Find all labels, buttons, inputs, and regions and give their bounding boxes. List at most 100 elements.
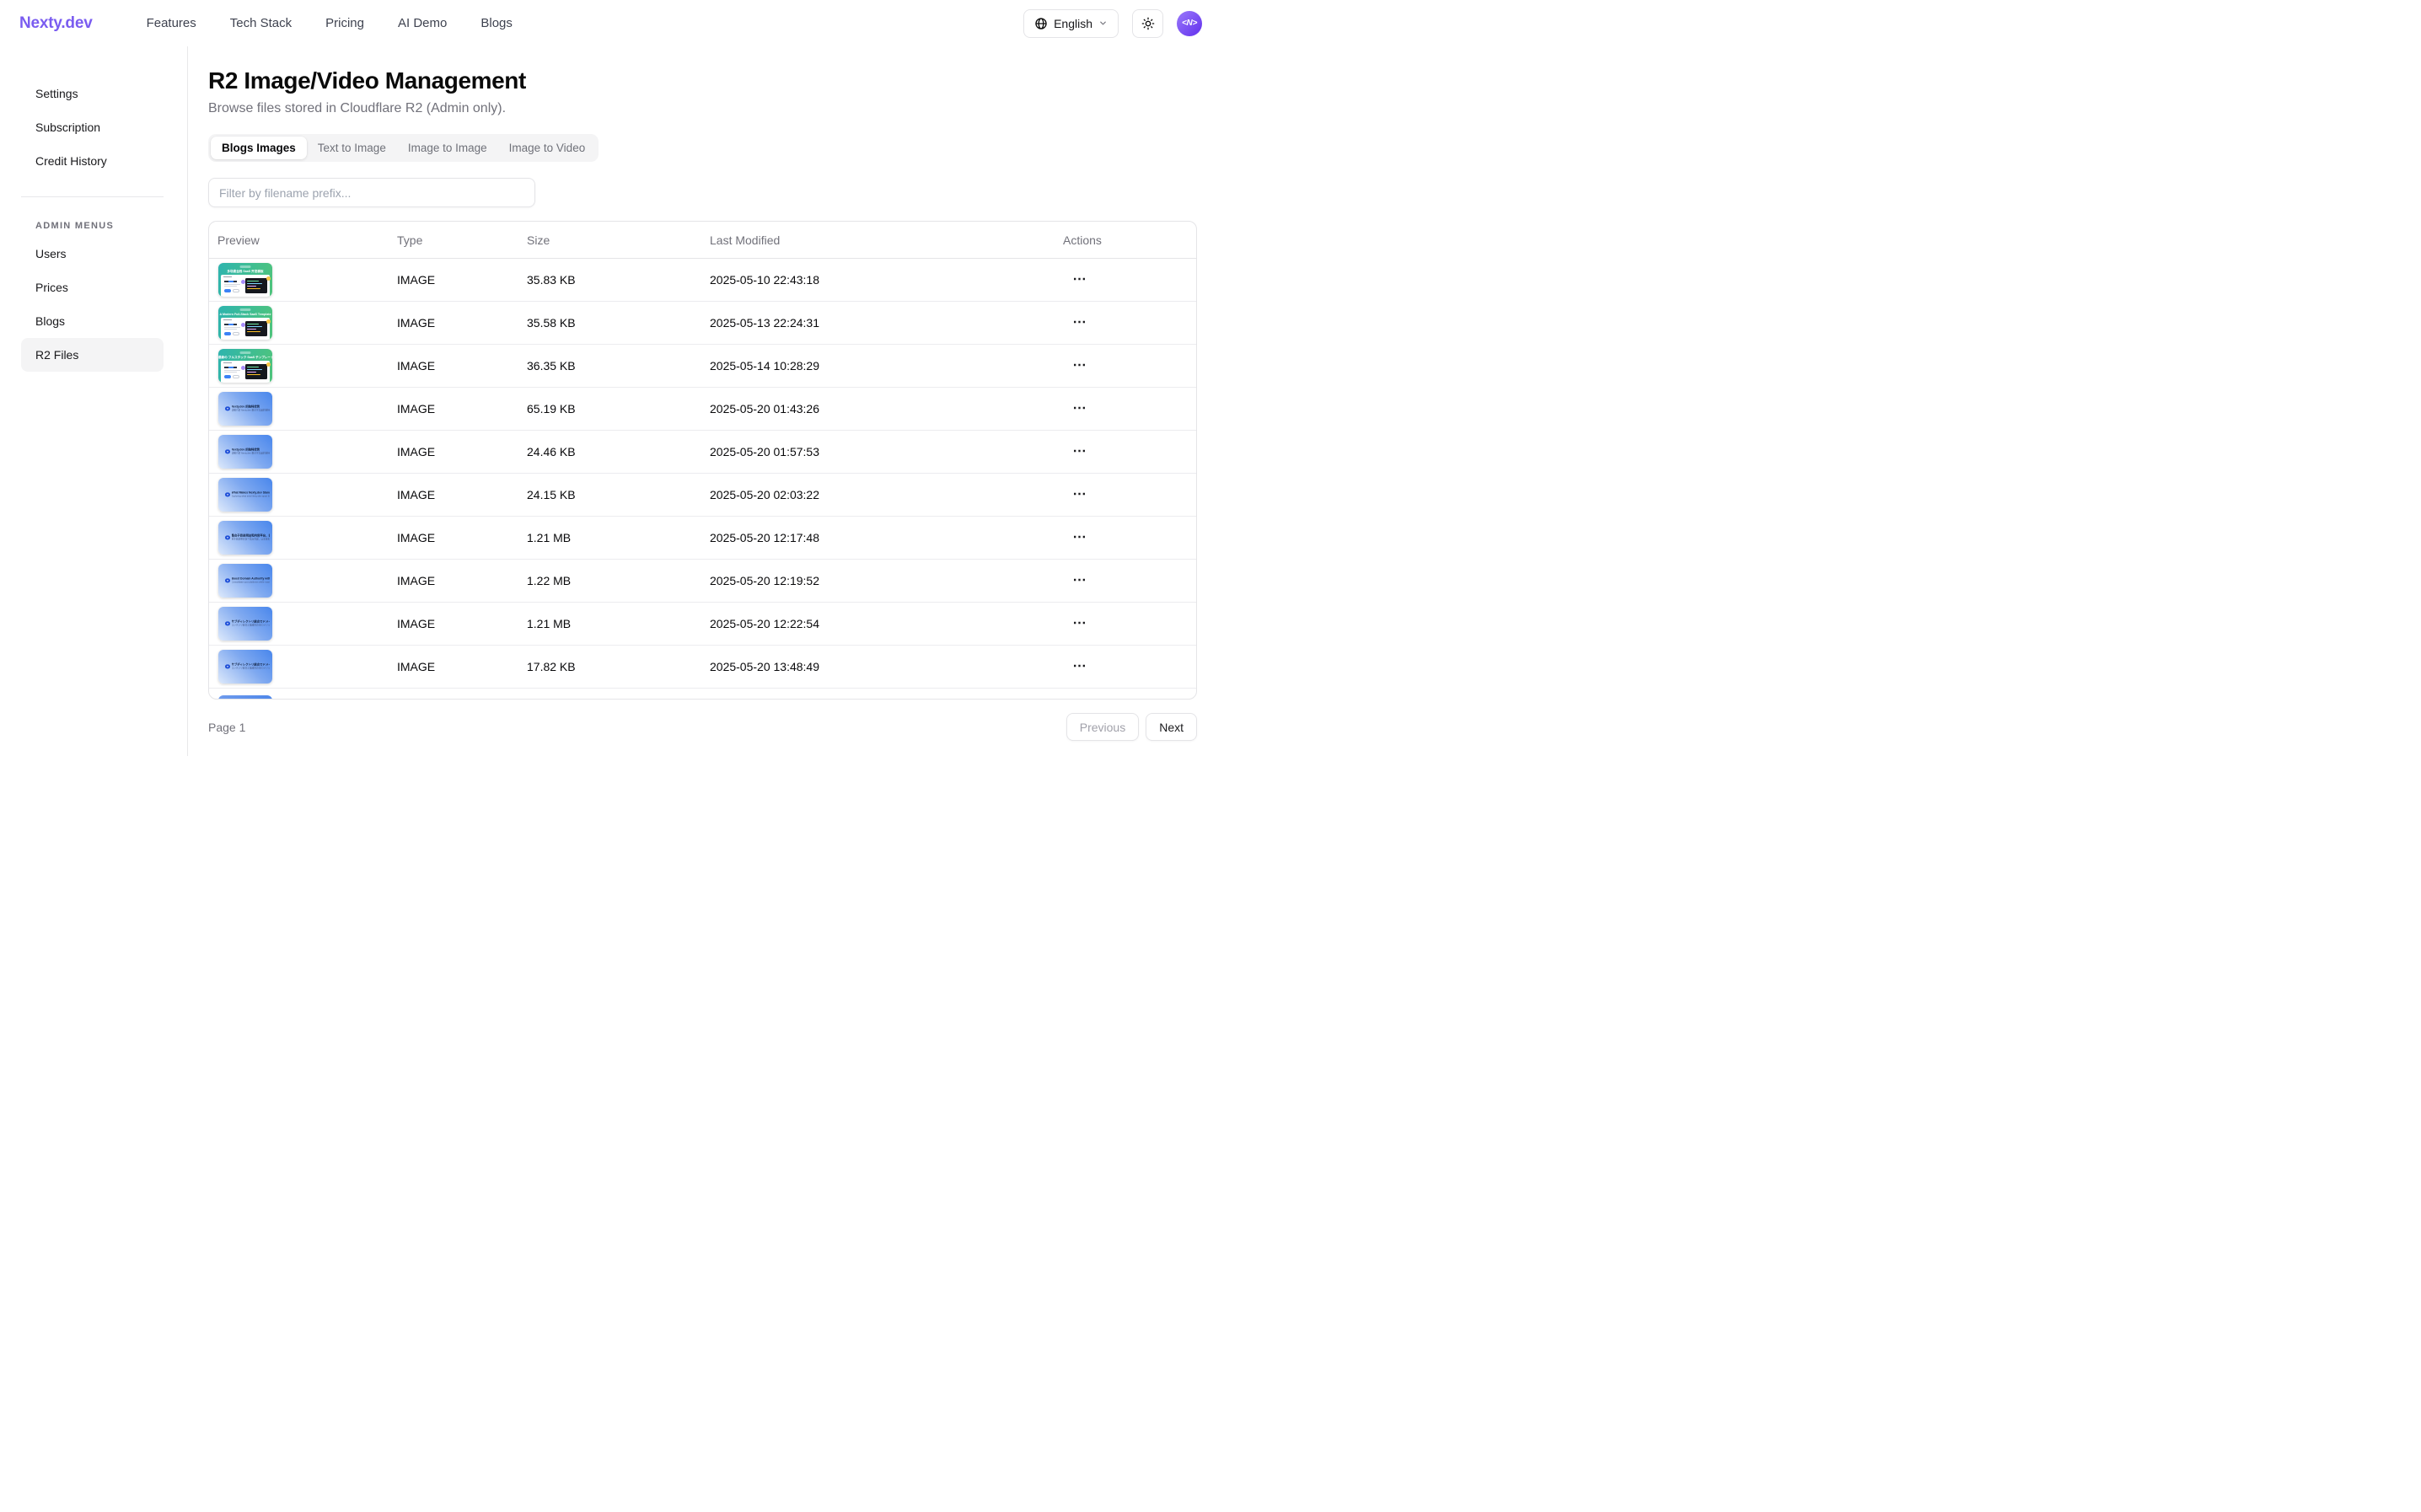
sidebar-item-prices[interactable]: Prices [21,271,164,304]
row-actions-menu-button[interactable]: ⋯ [1068,569,1092,592]
cell-last-modified: 2025-05-20 12:22:54 [701,617,1055,630]
sidebar-item-blogs[interactable]: Blogs [21,304,164,338]
main-nav: Features Tech Stack Pricing AI Demo Blogs [147,16,513,30]
cell-actions: ⋯ [1055,354,1196,378]
sidebar-section-label: ADMIN MENUS [21,219,164,233]
row-actions-menu-button[interactable]: ⋯ [1068,612,1092,635]
chevron-down-icon [1098,19,1108,28]
row-actions-menu-button[interactable]: ⋯ [1068,354,1092,378]
table-header-row: PreviewTypeSizeLast ModifiedActions [209,222,1196,259]
previous-page-button[interactable]: Previous [1066,713,1139,741]
file-thumbnail: 整合子目录网站和内容平台，提升搜索电话流量用子目录整合多个站点内容，让主域名积累… [218,521,272,555]
column-header-preview: Preview [209,233,389,247]
cell-actions: ⋯ [1055,397,1196,421]
cell-size: 65.19 KB [518,402,701,416]
file-thumbnail: サブディレクトリ統合でドメイン権威性を向上コンテンツ統合と権威性のSEOメリット… [218,607,272,641]
sidebar-admin-nav: UsersPricesBlogsR2 Files [21,237,164,372]
cell-type: IMAGE [389,273,518,287]
cell-type: IMAGE [389,316,518,330]
table-row: What Makes Nexty.dev Stand OutExploring … [209,474,1196,517]
cell-preview: サブディレクトリ統合でドメイン権威性を向上コンテンツ統合と権威性のSEOメリット… [209,607,389,641]
file-thumbnail: Nexty.dev 的独特优势详细介绍 Nexty.dev 相对于竞品的独特优势 [218,392,272,426]
cell-size: 24.46 KB [518,445,701,458]
cell-size: 35.58 KB [518,316,701,330]
cell-last-modified: 2025-05-13 22:24:31 [701,316,1055,330]
cell-actions: ⋯ [1055,483,1196,507]
table-row: 最新の フルスタック SaaS テンプレートIMAGE36.35 KB2025-… [209,345,1196,388]
row-actions-menu-button[interactable]: ⋯ [1068,397,1092,421]
row-actions-menu-button[interactable]: ⋯ [1068,655,1092,678]
cell-size: 35.83 KB [518,273,701,287]
avatar-text: <N> [1182,19,1197,28]
row-actions-menu-button[interactable]: ⋯ [1068,483,1092,507]
cell-last-modified: 2025-05-20 13:48:49 [701,660,1055,673]
sidebar: SettingsSubscriptionCredit History ADMIN… [0,46,188,756]
sidebar-item-r2-files[interactable]: R2 Files [21,338,164,372]
nav-link-tech-stack[interactable]: Tech Stack [230,16,292,30]
table-row: サブディレクトリ統合でドメイン権威性を向上コンテンツ統合と権威性のSEOメリット… [209,603,1196,646]
column-header-type: Type [389,233,518,247]
file-thumbnail: What Makes Nexty.dev Stand OutExploring … [218,478,272,512]
cell-actions: ⋯ [1055,569,1196,592]
app-window: Nexty.dev Features Tech Stack Pricing AI De… [0,0,1210,756]
sun-icon [1141,17,1155,30]
cell-type: IMAGE [389,488,518,501]
cell-preview: What Makes Nexty.dev Stand OutExploring … [209,478,389,512]
cell-type: IMAGE [389,531,518,544]
theme-toggle-button[interactable] [1132,9,1163,38]
sidebar-item-subscription[interactable]: Subscription [21,110,164,144]
cell-preview: Boost Domain Authority with Subdirectory… [209,564,389,598]
nav-link-pricing[interactable]: Pricing [325,16,364,30]
cell-size: 24.15 KB [518,488,701,501]
tab-image-to-video[interactable]: Image to Video [498,137,597,159]
cell-last-modified: 2025-05-20 01:57:53 [701,445,1055,458]
avatar[interactable]: <N> [1177,11,1202,36]
table-row-partial [209,689,1196,700]
cell-last-modified: 2025-05-20 12:19:52 [701,574,1055,587]
table-row: Nexty.dev 的独特优势详细介绍 Nexty.dev 相对于竞品的独特优势… [209,431,1196,474]
cell-preview: 最新の フルスタック SaaS テンプレート [209,349,389,383]
next-page-button[interactable]: Next [1146,713,1197,741]
row-actions-menu-button[interactable]: ⋯ [1068,440,1092,464]
tab-blogs-images[interactable]: Blogs Images [211,137,307,159]
cell-last-modified: 2025-05-10 22:43:18 [701,273,1055,287]
cell-preview: 整合子目录网站和内容平台，提升搜索电话流量用子目录整合多个站点内容，让主域名积累… [209,521,389,555]
nav-link-blogs[interactable]: Blogs [480,16,513,30]
cell-preview: 多场景全栈 SaaS 开发模板 [209,263,389,297]
tab-image-to-image[interactable]: Image to Image [397,137,498,159]
table-body: 多场景全栈 SaaS 开发模板IMAGE35.83 KB2025-05-10 2… [209,259,1196,689]
column-header-size: Size [518,233,701,247]
cell-type: IMAGE [389,445,518,458]
table-row: A Modern Full-Stack SaaS Template IMAGE35… [209,302,1196,345]
sidebar-item-credit-history[interactable]: Credit History [21,144,164,178]
sidebar-item-settings[interactable]: Settings [21,77,164,110]
file-thumbnail: サブディレクトリ統合でドメイン権威性を向上コンテンツ統合と権威性のSEOメリット… [218,650,272,684]
cell-last-modified: 2025-05-20 01:43:26 [701,402,1055,416]
tab-list: Blogs ImagesText to ImageImage to ImageI… [208,134,599,162]
table-row: 多场景全栈 SaaS 开发模板IMAGE35.83 KB2025-05-10 2… [209,259,1196,302]
top-nav: Nexty.dev Features Tech Stack Pricing AI De… [0,0,1210,46]
page-title: R2 Image/Video Management [208,67,1197,95]
nav-right-controls: English <N> [1023,9,1210,38]
cell-size: 1.22 MB [518,574,701,587]
language-selector[interactable]: English [1023,9,1119,38]
nav-link-features[interactable]: Features [147,16,196,30]
nav-link-ai-demo[interactable]: AI Demo [398,16,447,30]
logo[interactable]: Nexty.dev [19,14,93,33]
cell-type: IMAGE [389,359,518,373]
filter-input[interactable] [208,178,535,207]
cell-type: IMAGE [389,617,518,630]
row-actions-menu-button[interactable]: ⋯ [1068,526,1092,550]
sidebar-item-users[interactable]: Users [21,237,164,271]
tab-text-to-image[interactable]: Text to Image [307,137,397,159]
row-actions-menu-button[interactable]: ⋯ [1068,268,1092,292]
file-thumbnail: Nexty.dev 的独特优势详细介绍 Nexty.dev 相对于竞品的独特优势 [218,435,272,469]
file-thumbnail: A Modern Full-Stack SaaS Template [218,306,272,340]
cell-actions: ⋯ [1055,526,1196,550]
cell-preview: A Modern Full-Stack SaaS Template [209,306,389,340]
column-header-last-modified: Last Modified [701,233,1055,247]
page-subtitle: Browse files stored in Cloudflare R2 (Ad… [208,101,1197,116]
file-thumbnail: 最新の フルスタック SaaS テンプレート [218,349,272,383]
row-actions-menu-button[interactable]: ⋯ [1068,311,1092,335]
table-row: サブディレクトリ統合でドメイン権威性を向上コンテンツ統合と権威性のSEOメリット… [209,646,1196,689]
